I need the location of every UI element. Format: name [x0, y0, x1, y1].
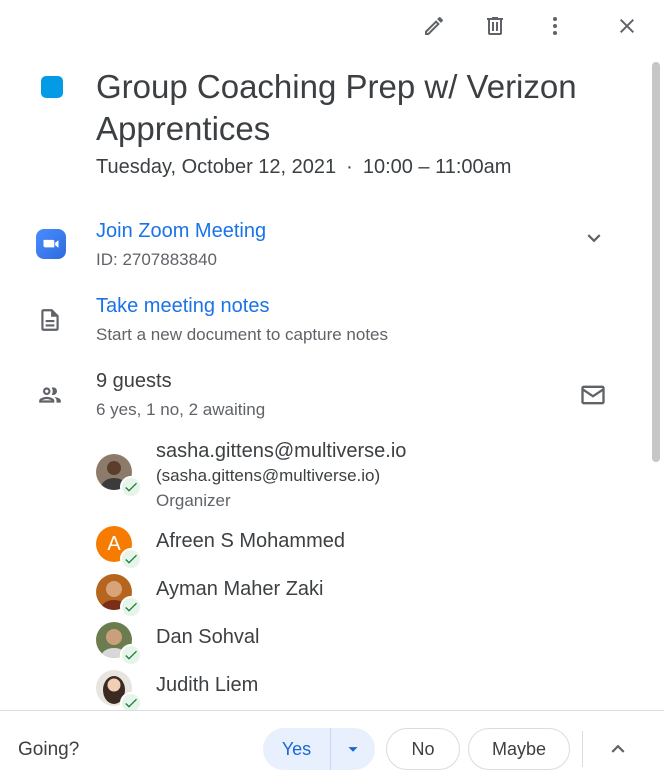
event-title: Group Coaching Prep w/ Verizon Apprentic…: [96, 68, 577, 147]
organizer-role: Organizer: [156, 491, 231, 510]
zoom-icon: [36, 229, 66, 259]
accepted-check-icon: [120, 548, 142, 570]
accepted-check-icon: [120, 644, 142, 666]
pencil-icon: [425, 16, 444, 35]
collapse-button[interactable]: [602, 733, 634, 765]
accepted-check-icon: [120, 476, 142, 498]
event-toolbar: [0, 0, 664, 56]
trash-icon: [487, 17, 503, 35]
event-time: 10:00 – 11:00am: [362, 156, 512, 178]
going-label: Going?: [18, 739, 80, 760]
guest-ayman[interactable]: Ayman Maher Zaki: [96, 574, 596, 618]
organizer-email: sasha.gittens@multiverse.io: [156, 440, 407, 462]
footer-divider: [582, 731, 583, 767]
event-color-swatch: [41, 76, 63, 98]
guests-icon: [34, 379, 66, 411]
accepted-check-icon: [120, 596, 142, 618]
delete-button[interactable]: [475, 6, 515, 46]
rsvp-yes-dropdown[interactable]: [331, 728, 375, 770]
guest-name: Ayman Maher Zaki: [156, 578, 324, 600]
notes-doc-icon: [34, 304, 66, 336]
guest-name: Judith Liem: [156, 674, 259, 696]
guest-afreen[interactable]: A Afreen S Mohammed: [96, 526, 596, 570]
rsvp-no-button[interactable]: No: [386, 728, 460, 770]
join-zoom-link[interactable]: Join Zoom Meeting: [96, 220, 266, 243]
chevron-down-icon: [587, 234, 601, 243]
yes-button-group: Yes: [263, 728, 375, 770]
caret-down-icon: [348, 747, 358, 752]
take-notes-link[interactable]: Take meeting notes: [96, 295, 269, 318]
edit-button[interactable]: [414, 6, 454, 46]
mail-icon: [581, 385, 605, 405]
rsvp-footer: Going? Yes No Maybe: [0, 710, 664, 775]
chevron-up-icon: [611, 744, 625, 753]
organizer-email-paren: (sasha.gittens@multiverse.io): [156, 466, 381, 485]
guest-judith[interactable]: Judith Liem: [96, 670, 596, 710]
guest-organizer[interactable]: sasha.gittens@multiverse.io (sasha.gitte…: [96, 440, 596, 516]
guest-name: Afreen S Mohammed: [156, 530, 345, 552]
event-details: Group Coaching Prep w/ Verizon Apprentic…: [0, 56, 664, 710]
rsvp-maybe-button[interactable]: Maybe: [468, 728, 570, 770]
more-options-button[interactable]: [535, 6, 575, 46]
guest-dan[interactable]: Dan Sohval: [96, 622, 596, 666]
accepted-check-icon: [120, 692, 142, 710]
more-vert-icon: [553, 17, 557, 35]
guest-rsvp-summary: 6 yes, 1 no, 2 awaiting: [96, 400, 266, 419]
guest-name: Dan Sohval: [156, 626, 260, 648]
separator-dot: ·: [346, 156, 353, 178]
rsvp-yes-button[interactable]: Yes: [263, 728, 331, 770]
event-datetime: Tuesday, October 12, 2021 · 10:00 – 11:00a…: [96, 156, 511, 179]
close-icon: [620, 19, 634, 33]
notes-description: Start a new document to capture notes: [96, 325, 389, 344]
close-button[interactable]: [607, 6, 647, 46]
email-guests-button[interactable]: [576, 378, 610, 412]
expand-conference-button[interactable]: [578, 222, 610, 254]
meeting-id: ID: 2707883840: [96, 250, 217, 269]
guest-count: 9 guests: [96, 370, 172, 392]
event-date: Tuesday, October 12, 2021: [96, 156, 337, 178]
